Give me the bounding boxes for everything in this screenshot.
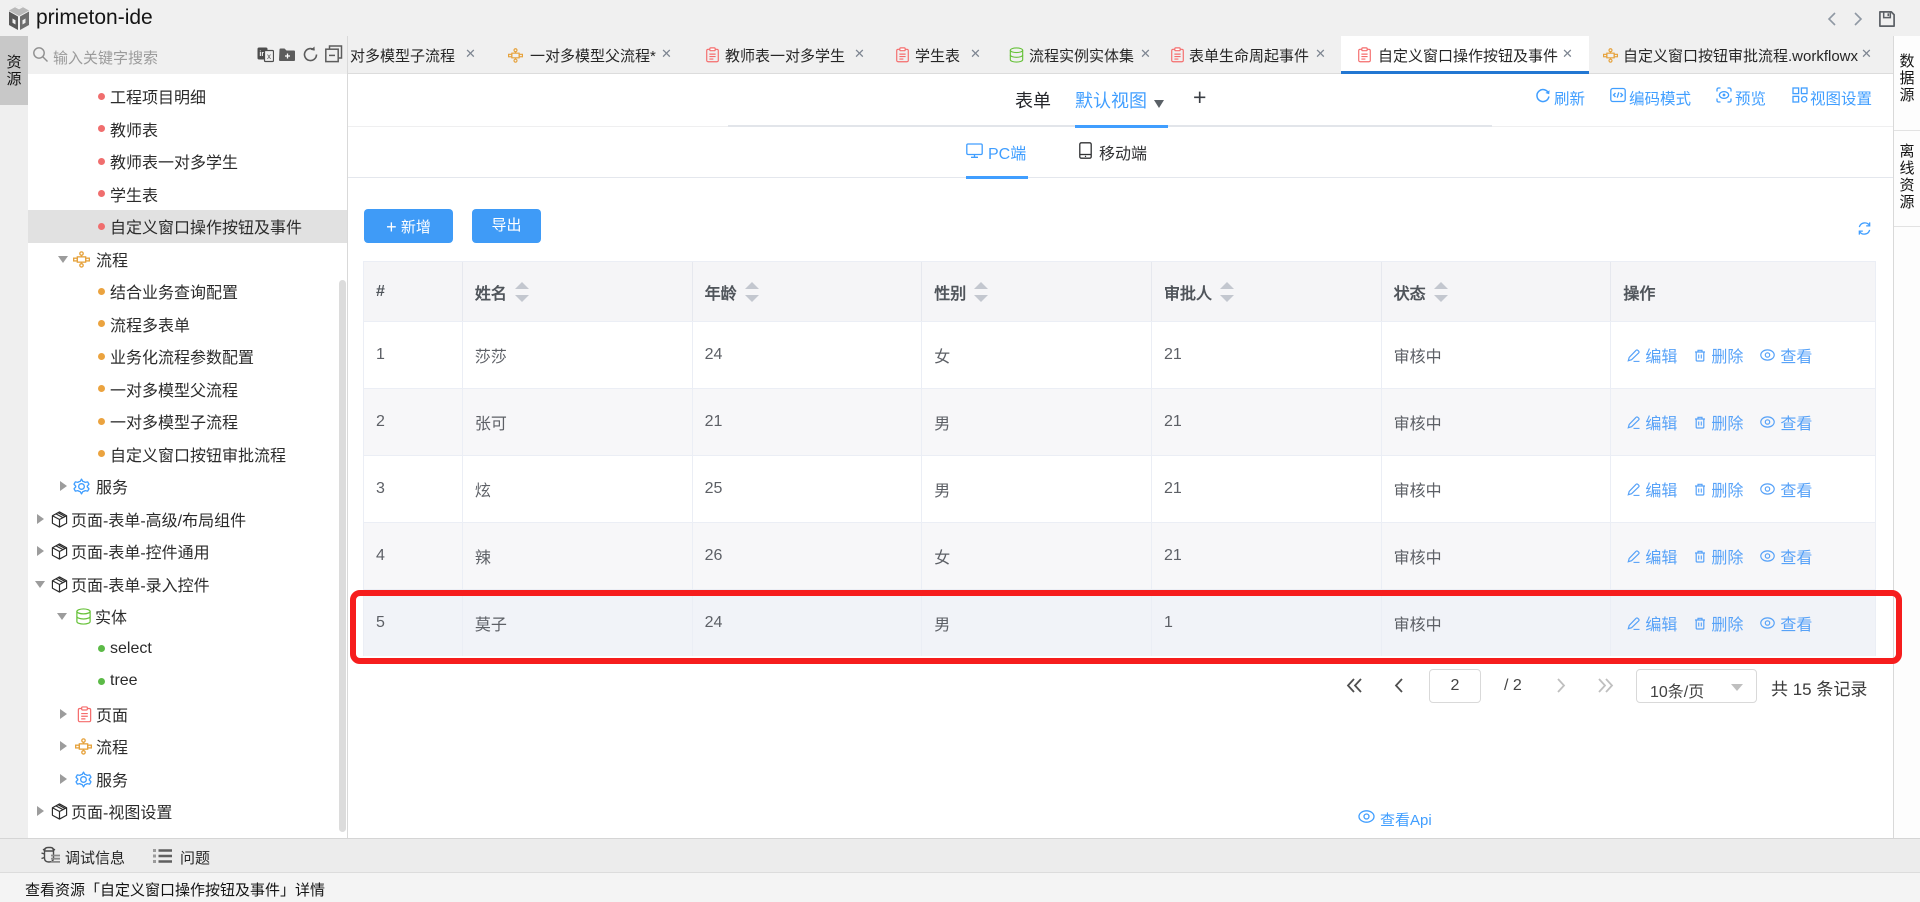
svg-text:x: x	[267, 52, 271, 61]
